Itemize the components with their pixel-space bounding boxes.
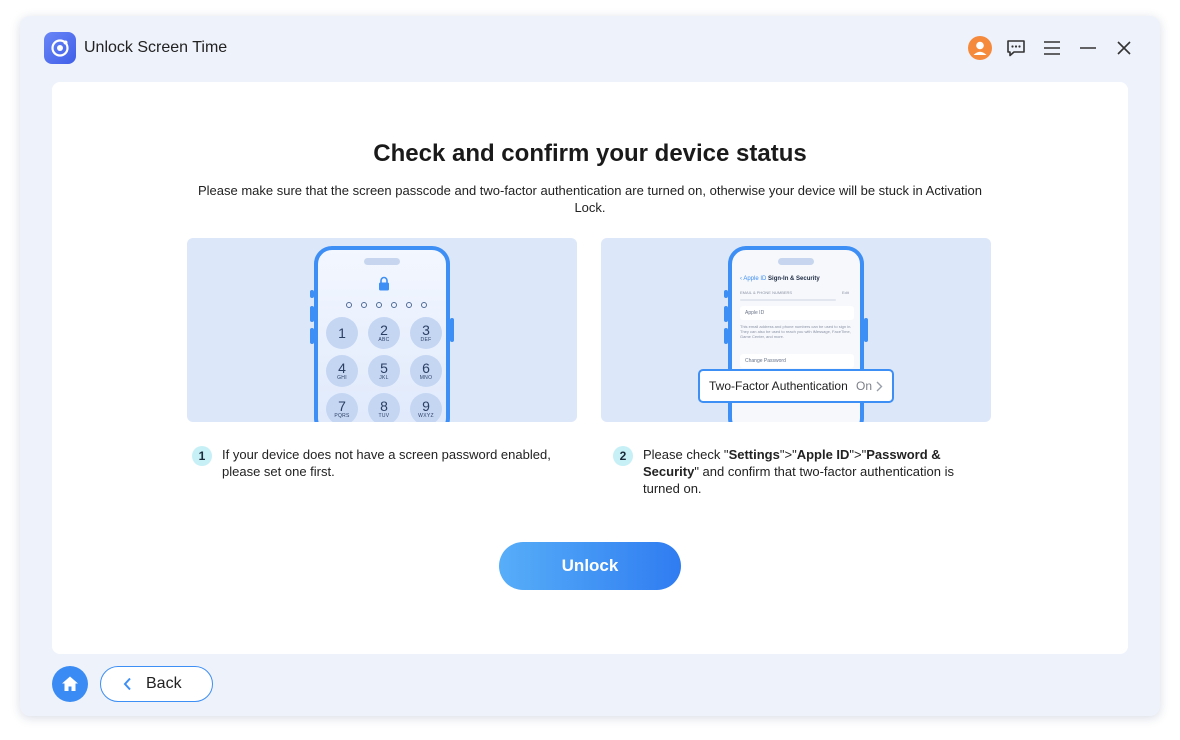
minimize-icon[interactable] — [1076, 36, 1100, 60]
page-title: Check and confirm your device status — [373, 140, 807, 167]
step-2-prefix: Please check " — [643, 447, 729, 462]
two-factor-status: On — [856, 379, 883, 393]
step-2-separator: ">" — [779, 447, 797, 462]
settings-placeholder-line — [740, 299, 836, 301]
key-number: 7 — [338, 398, 346, 414]
lock-icon — [378, 276, 390, 296]
phone-notch — [778, 258, 814, 265]
two-factor-value: On — [855, 379, 872, 393]
close-icon[interactable] — [1112, 36, 1136, 60]
settings-note: This email address and phone numbers can… — [740, 324, 852, 339]
passcode-dot — [346, 302, 352, 308]
step-2-text: Please check "Settings">"Apple ID">"Pass… — [643, 446, 983, 497]
title-bar: Unlock Screen Time — [20, 16, 1160, 80]
back-button[interactable]: Back — [100, 666, 213, 702]
keypad-key: 9 WXYZ — [410, 393, 442, 422]
key-letters: DEF — [420, 337, 432, 343]
key-number: 3 — [422, 322, 430, 338]
unlock-button[interactable]: Unlock — [499, 542, 681, 590]
keypad-key: 5 JKL — [368, 355, 400, 387]
two-factor-label: Two-Factor Authentication — [709, 379, 848, 393]
key-number: 9 — [422, 398, 430, 414]
keypad-key: 4 GHI — [326, 355, 358, 387]
phone-side-button — [864, 318, 868, 342]
key-number: 5 — [380, 360, 388, 376]
content-card: Check and confirm your device status Ple… — [52, 82, 1128, 654]
phone-notch — [364, 258, 400, 265]
passcode-dot — [376, 302, 382, 308]
key-letters: ABC — [378, 337, 390, 343]
back-button-label: Back — [146, 675, 182, 692]
key-letters: MNO — [419, 375, 433, 381]
key-number: 1 — [338, 325, 346, 341]
key-number: 4 — [338, 360, 346, 376]
home-icon — [62, 676, 78, 691]
chevron-left-icon — [123, 677, 131, 691]
phone-side-button — [450, 318, 454, 342]
menu-icon[interactable] — [1040, 36, 1064, 60]
app-logo-icon — [44, 32, 76, 64]
settings-header: ‹ Apple ID Sign-In & Security — [740, 276, 820, 282]
app-title: Unlock Screen Time — [84, 39, 228, 56]
feedback-icon[interactable] — [1004, 36, 1028, 60]
title-bar-controls — [968, 36, 1136, 60]
phone-mockup: 1 2 ABC 3 DEF 4 GHI 5 JKL 6 MNO 7 PQRS 8 TUV 9W… — [314, 246, 450, 422]
two-factor-illustration: ‹ Apple ID Sign-In & Security EMAIL & PH… — [601, 238, 991, 422]
key-number: 2 — [380, 322, 388, 338]
settings-section-label: EMAIL & PHONE NUMBERS — [740, 290, 793, 295]
app-window: Unlock Screen Time Check and confirm you… — [20, 16, 1160, 716]
passcode-dot — [421, 302, 427, 308]
keypad-key: 8 TUV — [368, 393, 400, 422]
key-letters: PQRS — [334, 413, 350, 419]
passcode-dot — [406, 302, 412, 308]
step-number-badge: 1 — [192, 446, 212, 466]
passcode-dot — [361, 302, 367, 308]
key-number: 8 — [380, 398, 388, 414]
settings-edit-label: Edit — [842, 290, 849, 295]
step-2-separator: ">" — [849, 447, 867, 462]
step-2-settings: Settings — [728, 447, 780, 462]
passcode-dots — [346, 302, 427, 308]
two-factor-setting-row: Two-Factor Authentication On — [698, 369, 894, 403]
settings-change-password: Change Password — [740, 354, 854, 368]
key-number: 6 — [422, 360, 430, 376]
key-letters: GHI — [337, 375, 347, 381]
keypad-key: 7 PQRS — [326, 393, 358, 422]
keypad-key: 3 DEF — [410, 317, 442, 349]
key-letters: JKL — [379, 375, 389, 381]
home-button[interactable] — [52, 666, 88, 702]
settings-back-label: Apple ID — [743, 276, 767, 282]
passcode-dot — [391, 302, 397, 308]
user-avatar-icon[interactable] — [968, 36, 992, 60]
step-2-apple-id: Apple ID — [796, 447, 850, 462]
keypad-key: 1 — [326, 317, 358, 349]
key-letters: TUV — [378, 413, 390, 419]
keypad-key: 2 ABC — [368, 317, 400, 349]
keypad: 1 2 ABC 3 DEF 4 GHI 5 JKL 6 MNO 7 PQRS 8 TUV 9W… — [326, 317, 446, 422]
keypad-key: 6 MNO — [410, 355, 442, 387]
passcode-illustration: 1 2 ABC 3 DEF 4 GHI 5 JKL 6 MNO 7 PQRS 8 TUV 9W… — [187, 238, 577, 422]
key-letters: WXYZ — [418, 413, 434, 419]
step-1-text: If your device does not have a screen pa… — [222, 447, 551, 479]
page-subtitle: Please make sure that the screen passcod… — [197, 183, 983, 215]
settings-title: Sign-In & Security — [768, 276, 820, 282]
settings-apple-id-field: Apple ID — [740, 306, 854, 320]
chevron-right-icon — [876, 381, 883, 391]
step-number-badge: 2 — [613, 446, 633, 466]
settings-back-link: ‹ Apple ID — [740, 276, 767, 282]
